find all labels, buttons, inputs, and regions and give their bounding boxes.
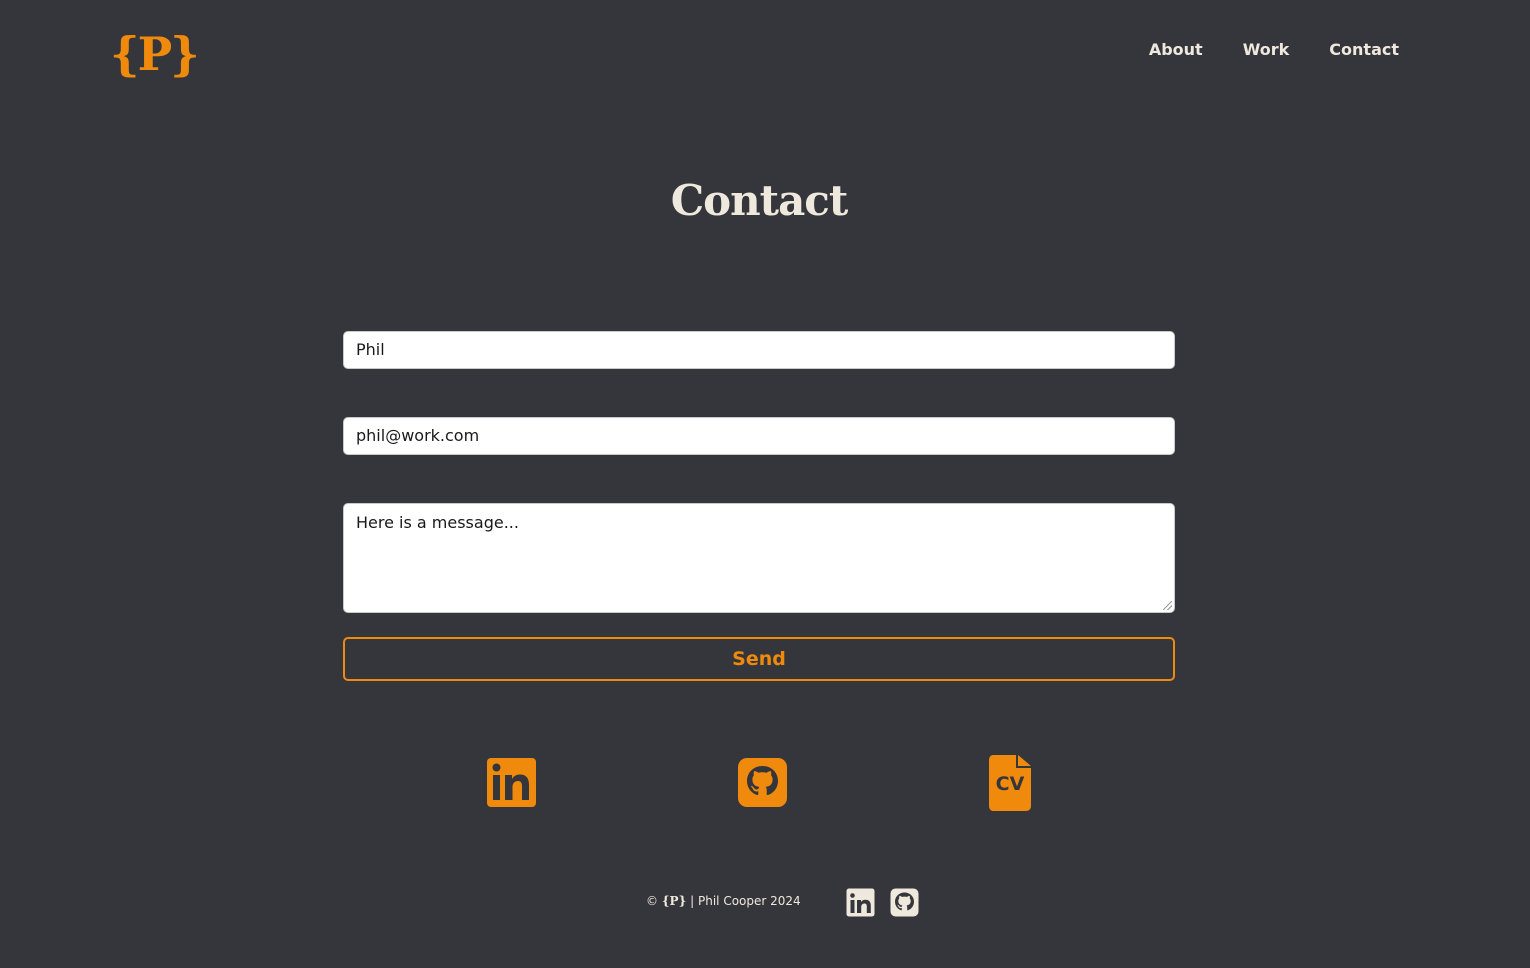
message-textarea[interactable]: Here is a message... xyxy=(343,503,1175,613)
page-title: Contact xyxy=(670,176,849,225)
footer-credit-text: Phil Cooper 2024 xyxy=(698,894,801,908)
footer-separator: | xyxy=(690,894,695,908)
footer-credit: © {P} | Phil Cooper 2024 xyxy=(646,894,801,908)
cv-icon-label: CV xyxy=(996,773,1025,795)
message-text: Here is a message... xyxy=(356,513,519,532)
email-input[interactable]: phil@work.com xyxy=(343,417,1175,455)
resize-handle[interactable] xyxy=(1163,601,1172,610)
copyright-symbol: © xyxy=(646,894,658,908)
linkedin-icon xyxy=(846,888,875,917)
github-icon xyxy=(890,888,919,917)
cv-link[interactable]: CV xyxy=(988,754,1034,816)
cv-document-icon: CV xyxy=(989,755,1031,811)
nav-about-link[interactable]: About xyxy=(1149,40,1203,59)
main-nav: About Work Contact xyxy=(1149,40,1399,59)
nav-work-link[interactable]: Work xyxy=(1243,40,1290,59)
linkedin-icon xyxy=(487,758,536,807)
footer-linkedin-link[interactable] xyxy=(846,888,875,921)
github-link[interactable] xyxy=(737,754,789,812)
linkedin-link[interactable] xyxy=(486,754,536,812)
footer-logo: {P} xyxy=(661,894,687,908)
name-input[interactable]: Phil xyxy=(343,331,1175,369)
send-button[interactable]: Send xyxy=(343,637,1175,681)
nav-contact-link[interactable]: Contact xyxy=(1329,40,1399,59)
footer-github-link[interactable] xyxy=(890,888,919,921)
site-logo[interactable]: {P} xyxy=(110,26,200,82)
github-icon xyxy=(738,758,787,807)
